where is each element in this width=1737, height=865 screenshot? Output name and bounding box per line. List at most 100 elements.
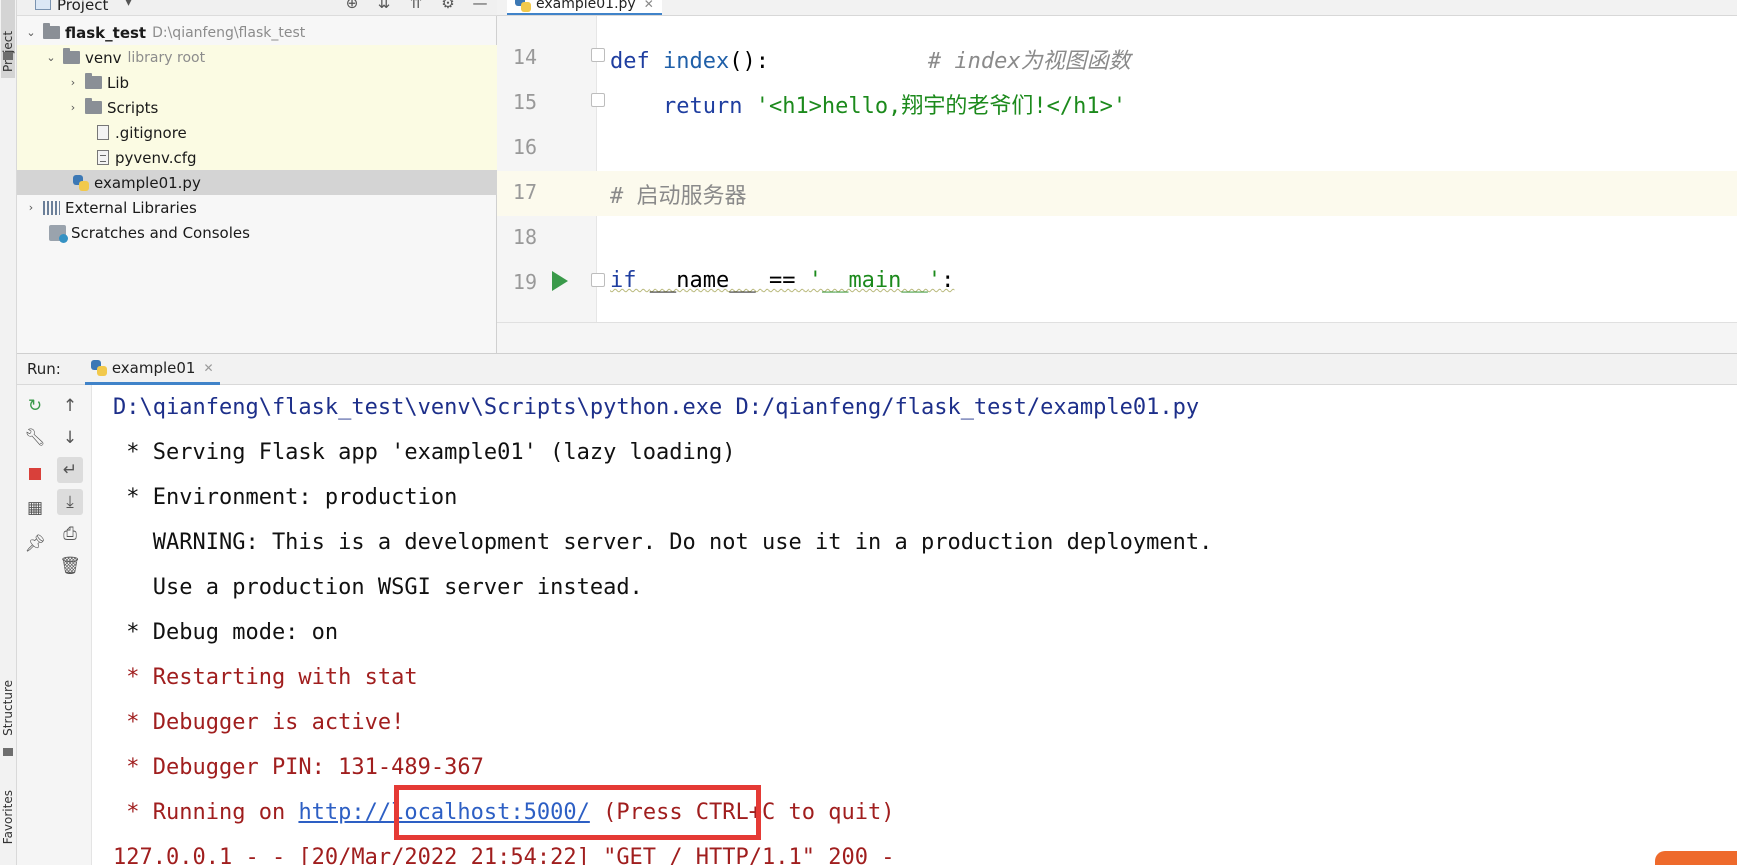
folder-icon (43, 23, 60, 39)
project-tool-icon (3, 52, 13, 60)
chevron-down-icon[interactable]: ⌄ (45, 51, 57, 64)
run-toolbar: ↻ ↑ 🔧︎ ↓ ↵ ⤓ ▦ ⎙ 📌︎ 🗑︎ (17, 385, 92, 865)
tree-item-scratches[interactable]: Scratches and Consoles (17, 220, 497, 245)
code-line-15[interactable]: 15 return '<h1>hello,翔宇的老爷们!</h1>' (497, 81, 1737, 126)
project-panel-header: Project ▾ ⊕ ⇊ ⇈ ⚙ — (17, 0, 497, 16)
run-console[interactable]: D:\qianfeng\flask_test\venv\Scripts\pyth… (92, 385, 1737, 865)
tree-item-external-libraries[interactable]: › External Libraries (17, 195, 497, 220)
stop-icon[interactable] (22, 461, 48, 487)
structure-tool-tab[interactable]: Structure (1, 680, 15, 736)
console-line: * Environment: production (113, 485, 458, 510)
console-line: WARNING: This is a development server. D… (113, 530, 1213, 555)
code-text: return '<h1>hello,翔宇的老爷们!</h1>' (662, 94, 1127, 119)
watermark-logo (1655, 851, 1737, 865)
project-icon (35, 0, 51, 10)
tree-item-gitignore[interactable]: .gitignore (17, 120, 497, 145)
chevron-right-icon[interactable]: › (67, 101, 79, 114)
code-comment: # 启动服务器 (610, 184, 747, 209)
line-number: 16 (512, 135, 537, 159)
fold-icon[interactable] (591, 273, 605, 287)
line-number: 19 (512, 270, 537, 294)
wrench-icon[interactable]: 🔧︎ (22, 425, 48, 451)
folder-icon (85, 73, 102, 89)
tree-item-label: .gitignore (115, 123, 187, 142)
locate-icon[interactable]: ⊕ (343, 0, 361, 12)
scroll-to-end-icon[interactable]: ⤓ (57, 489, 83, 515)
tree-item-path: D:\qianfeng\flask_test (152, 24, 306, 41)
print-icon[interactable]: ⎙ (57, 521, 83, 547)
trash-icon[interactable]: 🗑︎ (57, 553, 83, 579)
tree-item-label: flask_test (65, 23, 147, 42)
arrow-up-icon[interactable]: ↑ (57, 393, 83, 419)
tree-item-label: pyvenv.cfg (115, 148, 197, 167)
code-line-14[interactable]: 14 def index(): # index为视图函数 (497, 36, 1737, 81)
favorites-tool-tab[interactable]: Favorites (1, 790, 15, 844)
line-number: 17 (512, 180, 537, 204)
code-line-17[interactable]: 17 # 启动服务器 (497, 171, 1737, 216)
pin-icon[interactable]: 📌︎ (22, 531, 48, 557)
library-icon (43, 200, 60, 215)
scratches-icon (49, 224, 68, 243)
console-line: * Debugger is active! (113, 710, 405, 735)
layout-icon[interactable]: ▦ (22, 495, 48, 521)
file-icon (97, 125, 109, 140)
console-line: 127.0.0.1 - - [20/Mar/2022 21:54:22] "GE… (113, 845, 895, 865)
project-tool-tab[interactable]: Project (1, 0, 15, 78)
tree-item-scripts[interactable]: › Scripts (17, 95, 497, 120)
close-icon[interactable]: ✕ (203, 361, 213, 375)
editor-tab-example01[interactable]: example01.py ✕ (507, 0, 662, 15)
tree-item-label: Scripts (107, 98, 159, 117)
tree-item-pyvenv-cfg[interactable]: pyvenv.cfg (17, 145, 497, 170)
chevron-right-icon[interactable]: › (67, 76, 79, 89)
folder-icon (63, 48, 80, 64)
structure-icon (3, 748, 13, 756)
console-line: * Restarting with stat (113, 665, 418, 690)
expand-all-icon[interactable]: ⇊ (375, 0, 393, 12)
tree-item-flask-test[interactable]: ⌄ flask_test D:\qianfeng\flask_test (17, 20, 497, 45)
arrow-down-icon[interactable]: ↓ (57, 425, 83, 451)
run-tab-example01[interactable]: example01 ✕ (84, 353, 220, 385)
console-line: * Debug mode: on (113, 620, 339, 645)
soft-wrap-icon[interactable]: ↵ (57, 457, 83, 483)
code-line-16[interactable]: 16 (497, 126, 1737, 171)
rerun-icon[interactable]: ↻ (22, 393, 48, 419)
python-file-icon (90, 359, 107, 376)
editor-breadcrumb-bar (497, 322, 1737, 353)
code-editor[interactable]: example01.py ✕ 14 def index(): # index为视… (497, 0, 1737, 353)
code-line-18[interactable]: 18 (497, 216, 1737, 261)
highlight-box (394, 785, 761, 840)
chevron-down-icon[interactable]: ⌄ (25, 26, 37, 39)
code-text: def index(): # index为视图函数 (610, 49, 1131, 74)
line-number: 18 (512, 225, 537, 249)
left-tool-strip: Project Structure Favorites (0, 0, 17, 865)
python-file-icon (515, 0, 531, 12)
code-line-19[interactable]: 19 if __name__ == '__main__': (497, 261, 1737, 306)
run-tab-label: example01 (111, 358, 196, 377)
console-line: * Serving Flask app 'example01' (lazy lo… (113, 440, 736, 465)
console-command-line: D:\qianfeng\flask_test\venv\Scripts\pyth… (113, 395, 1200, 420)
minimize-icon[interactable]: — (471, 0, 489, 12)
tree-item-lib[interactable]: › Lib (17, 70, 497, 95)
tree-item-label: Lib (107, 73, 130, 92)
chevron-down-icon[interactable]: ▾ (125, 0, 132, 10)
tree-item-label: example01.py (94, 173, 201, 192)
line-number: 14 (512, 45, 537, 69)
run-panel-header: Run: example01 ✕ (17, 353, 1737, 385)
fold-icon[interactable] (591, 93, 605, 107)
project-panel: Project ▾ ⊕ ⇊ ⇈ ⚙ — ⌄ flask_test D:\qian… (17, 0, 497, 353)
close-icon[interactable]: ✕ (644, 0, 654, 11)
tree-item-venv[interactable]: ⌄ venv library root (17, 45, 497, 70)
gear-icon[interactable]: ⚙ (439, 0, 457, 12)
folder-icon (85, 98, 102, 114)
run-gutter-icon[interactable] (552, 271, 568, 291)
console-line: Use a production WSGI server instead. (113, 575, 643, 600)
fold-icon[interactable] (591, 48, 605, 62)
editor-tab-bar: example01.py ✕ (497, 0, 1737, 16)
tree-item-note: library root (127, 49, 206, 66)
tree-item-label: External Libraries (65, 198, 197, 217)
collapse-all-icon[interactable]: ⇈ (407, 0, 425, 12)
tree-item-example01-py[interactable]: example01.py (17, 170, 497, 195)
chevron-right-icon[interactable]: › (25, 201, 37, 214)
project-panel-title[interactable]: Project (57, 0, 108, 14)
python-file-icon (73, 174, 89, 191)
